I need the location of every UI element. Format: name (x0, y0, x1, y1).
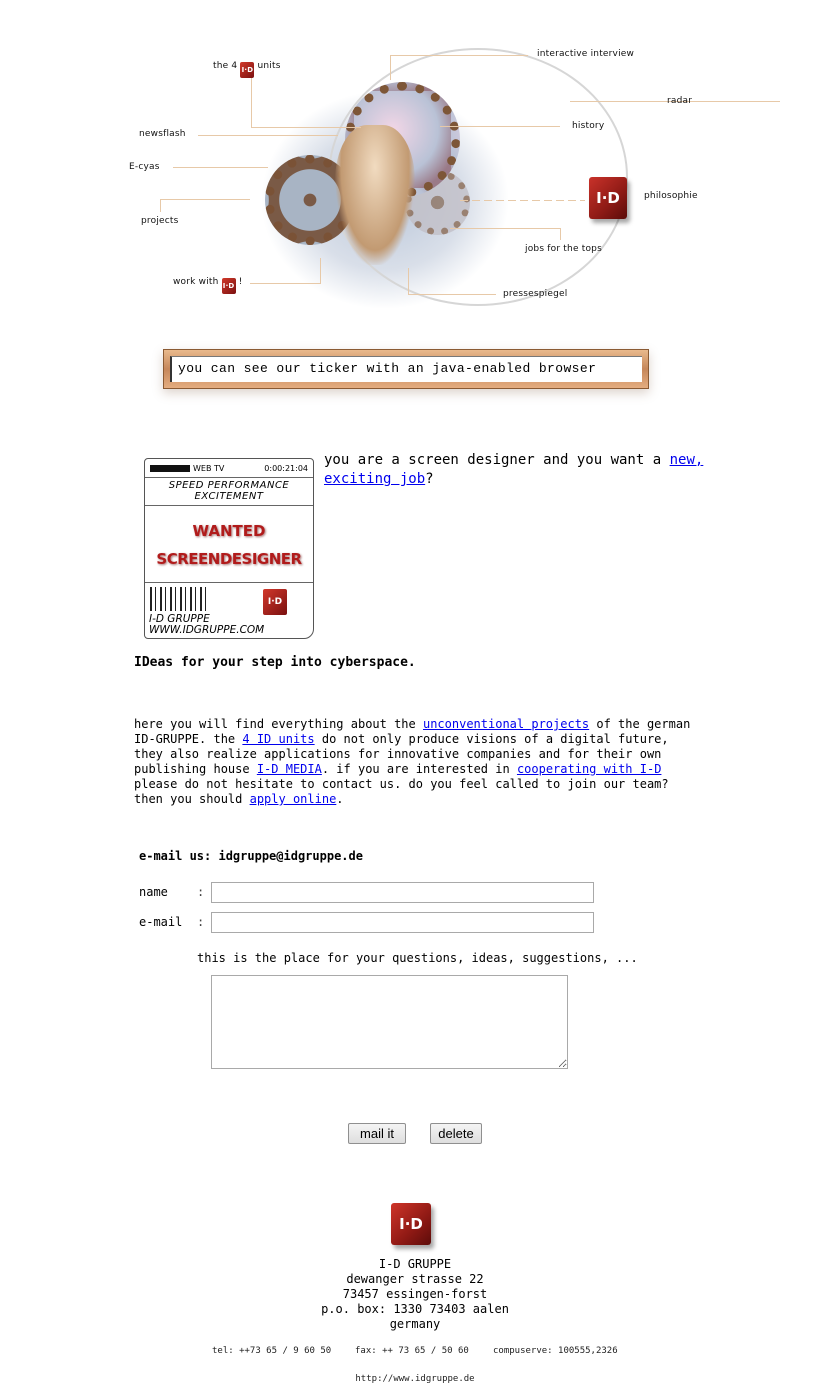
intro-text: here you will find everything about the (134, 717, 423, 731)
nav-link-newsflash[interactable]: newsflash (139, 129, 186, 139)
connector-line (198, 135, 338, 136)
banner-title-wanted: WANTED (192, 522, 266, 540)
connector-line (560, 228, 561, 240)
unconventional-projects-link[interactable]: unconventional projects (423, 717, 589, 731)
banner-top-bar: WEB TV 0:00:21:04 (145, 459, 313, 478)
apply-online-link[interactable]: apply online (250, 792, 337, 806)
nav-link-label: work with (173, 277, 219, 287)
connector-line (251, 78, 252, 128)
nav-link-jobs-for-the-tops[interactable]: jobs for the tops (525, 244, 602, 254)
intro-text: please do not hesitate to contact us. do… (134, 777, 669, 806)
banner-timecode: 0:00:21:04 (264, 463, 308, 473)
banner-footer: I-D GRUPPE WWW.IDGRUPPE.COM (149, 614, 264, 636)
message-label: this is the place for your questions, id… (197, 951, 638, 965)
id-cube-logo: I·D (391, 1203, 431, 1245)
wanted-banner[interactable]: WEB TV 0:00:21:04 SPEED PERFORMANCE EXCI… (144, 458, 314, 639)
email-label: e-mail (139, 915, 183, 929)
fax: fax: ++ 73 65 / 50 60 (355, 1346, 469, 1356)
banner-title-screendesigner: SCREENDESIGNER (156, 550, 302, 568)
address-city: 73457 essingen-forst (342, 1287, 488, 1301)
job-offer-text: you are a screen designer and you want a… (324, 451, 704, 489)
id-logo-icon: I·D (240, 62, 255, 78)
nav-link-4-units[interactable]: the 4 I·D units (213, 61, 281, 78)
connector-line (440, 126, 560, 127)
name-input[interactable] (211, 882, 594, 903)
nav-link-e-cyas[interactable]: E-cyas (129, 162, 160, 172)
id-media-link[interactable]: I-D MEDIA (257, 762, 322, 776)
banner-top-left-text: WEB TV (193, 463, 225, 473)
nav-link-label: units (257, 61, 281, 71)
ticker-text: you can see our ticker with an java-enab… (170, 356, 642, 382)
intro-text: . (336, 792, 344, 806)
connector-line (408, 294, 496, 295)
connector-line (460, 200, 585, 201)
delete-button[interactable]: delete (430, 1123, 482, 1144)
banner-slogan: SPEED PERFORMANCE EXCITEMENT (145, 478, 313, 506)
website-url: http://www.idgruppe.de (355, 1374, 475, 1384)
connector-line (320, 258, 321, 284)
barcode-icon (150, 587, 208, 611)
nav-link-pressespiegel[interactable]: pressespiegel (503, 289, 567, 299)
telephone: tel: ++73 65 / 9 60 50 (212, 1346, 332, 1356)
cooperating-link[interactable]: cooperating with I-D (517, 762, 662, 776)
email-us-heading: e-mail us: idgruppe@idgruppe.de (139, 849, 363, 863)
banner-slogan-line: SPEED PERFORMANCE (168, 480, 290, 491)
name-label: name (139, 885, 168, 899)
banner-bottom: I·D I-D GRUPPE WWW.IDGRUPPE.COM (145, 582, 313, 638)
nav-link-label: the 4 (213, 61, 238, 71)
nav-link-philosophie[interactable]: philosophie (644, 191, 698, 201)
address-street: dewanger strasse 22 (346, 1272, 484, 1286)
company-name: I-D GRUPPE (378, 1257, 452, 1271)
nav-link-label: ! (238, 277, 243, 287)
sisyphus-statue-image (335, 125, 415, 265)
email-colon: : (197, 915, 205, 929)
address-country: germany (389, 1317, 441, 1331)
nav-link-projects[interactable]: projects (141, 216, 179, 226)
job-offer-lead: you are a screen designer and you want a (324, 452, 662, 468)
address-po-box: p.o. box: 1330 73403 aalen (321, 1302, 509, 1316)
compuserve: compuserve: 100555,2326 (493, 1346, 618, 1356)
id-cube-logo[interactable]: I·D (589, 177, 627, 219)
connector-line (160, 199, 250, 200)
banner-slogan-line: EXCITEMENT (194, 491, 264, 502)
nav-link-radar[interactable]: radar (667, 96, 692, 106)
banner-footer-url: WWW.IDGRUPPE.COM (149, 624, 265, 636)
intro-paragraph: here you will find everything about the … (134, 717, 704, 807)
email-input[interactable] (211, 912, 594, 933)
connector-line (408, 268, 409, 294)
connector-line (173, 167, 268, 168)
connector-line (390, 55, 528, 56)
nav-link-work-with[interactable]: work with I·D ! (173, 277, 242, 294)
connector-line (450, 228, 560, 229)
nav-link-history[interactable]: history (572, 121, 604, 131)
ticker-frame: you can see our ticker with an java-enab… (163, 349, 649, 389)
id-logo-icon: I·D (221, 278, 236, 294)
message-textarea[interactable] (211, 975, 568, 1069)
tagline: IDeas for your step into cyberspace. (134, 655, 416, 670)
navigation-image-map: the 4 I·D units interactive interview ra… (120, 40, 780, 310)
intro-text: . if you are interested in (321, 762, 517, 776)
nav-link-interactive-interview[interactable]: interactive interview (537, 49, 634, 59)
id-logo-icon: I·D (263, 589, 287, 615)
name-colon: : (197, 885, 205, 899)
signal-bar-icon (150, 464, 190, 472)
connector-line (160, 199, 161, 212)
mail-it-button[interactable]: mail it (348, 1123, 406, 1144)
connector-line (251, 127, 361, 128)
company-address: I-D GRUPPE dewanger strasse 22 73457 ess… (230, 1257, 600, 1332)
connector-line (250, 283, 320, 284)
connector-line (390, 55, 391, 80)
id-units-link[interactable]: 4 ID units (242, 732, 314, 746)
job-offer-suffix: ? (425, 471, 434, 487)
